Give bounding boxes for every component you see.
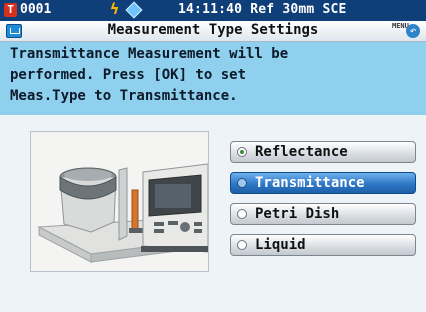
page-title: Measurement Type Settings	[107, 22, 319, 38]
option-transmittance[interactable]: Transmittance	[230, 172, 416, 194]
instrument-number: 0001	[20, 2, 52, 17]
option-label: Petri Dish	[255, 206, 340, 222]
back-arrow-icon: ↶	[406, 24, 420, 38]
status-time-info: 14:11:40 Ref 30mm SCE	[178, 2, 347, 17]
instrument-illustration	[30, 131, 209, 272]
option-label: Liquid	[255, 237, 306, 253]
radio-icon	[237, 240, 247, 250]
message-line-1: Transmittance Measurement will be	[10, 46, 289, 62]
message-line-3: Meas.Type to Transmittance.	[10, 88, 238, 104]
instruction-message: Transmittance Measurement will be perfor…	[0, 42, 426, 115]
option-liquid[interactable]: Liquid	[230, 234, 416, 256]
connection-icon	[125, 1, 143, 19]
option-petri-dish[interactable]: Petri Dish	[230, 203, 416, 225]
option-label: Reflectance	[255, 144, 348, 160]
option-label: Transmittance	[255, 175, 365, 191]
radio-icon	[237, 178, 247, 188]
radio-icon	[237, 209, 247, 219]
transmittance-mode-badge: T	[4, 3, 17, 17]
status-bar: T 0001 ϟ 14:11:40 Ref 30mm SCE	[0, 0, 426, 21]
title-bar: Measurement Type Settings MENU ↶	[0, 21, 426, 42]
message-line-2: performed. Press [OK] to set	[10, 67, 247, 83]
radio-checked-icon	[237, 147, 247, 157]
spectrophotometer-image	[37, 163, 208, 263]
power-icon: ϟ	[110, 0, 120, 18]
option-reflectance[interactable]: Reflectance	[230, 141, 416, 163]
menu-back-button[interactable]: MENU ↶	[392, 22, 420, 40]
